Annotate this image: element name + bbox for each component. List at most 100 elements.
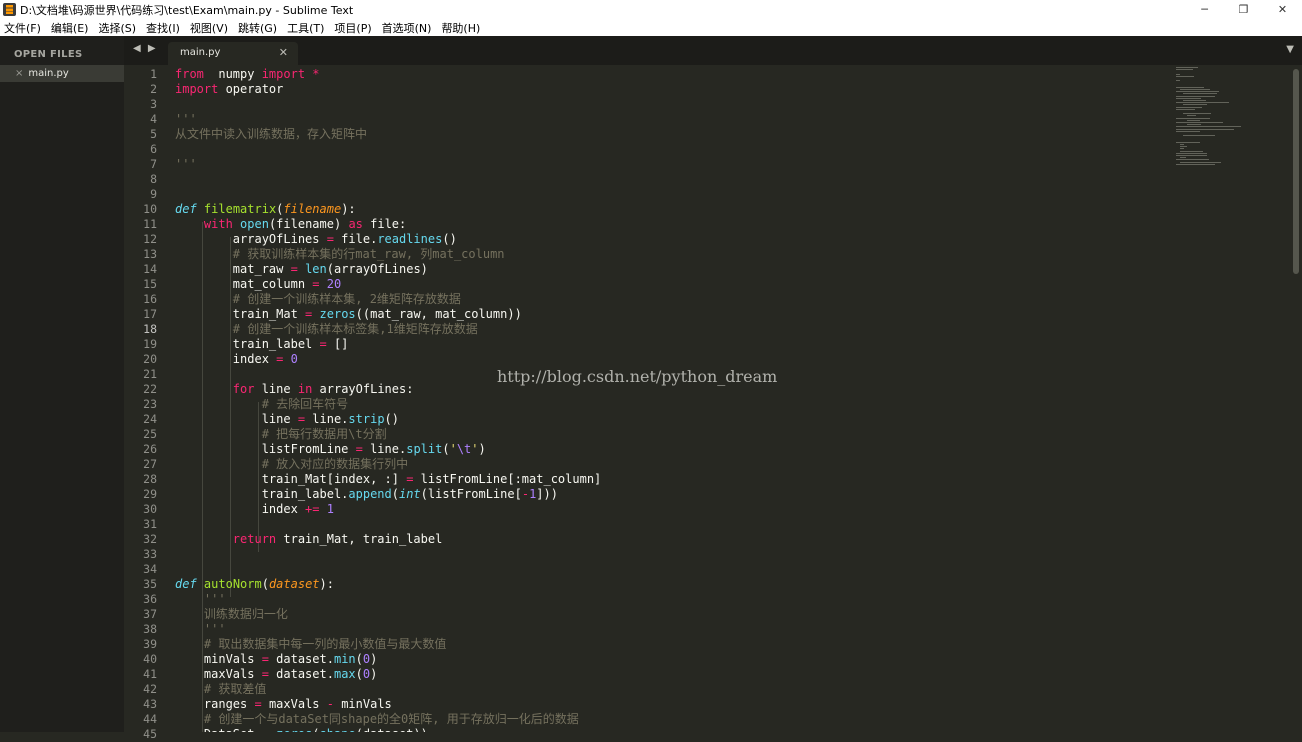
menu-find[interactable]: 查找(I) <box>146 20 180 36</box>
code-token: line. <box>305 412 349 426</box>
line-number: 43 <box>143 697 157 711</box>
code-token: (listFromLine[ <box>420 487 522 501</box>
code-line: 从文件中读入训练数据，存入矩阵中 <box>175 127 367 142</box>
sidebar-file-item[interactable]: × main.py <box>0 65 124 82</box>
tab-dropdown-icon[interactable]: ▼ <box>1286 44 1294 55</box>
code-token: ''' <box>175 112 197 126</box>
menu-edit[interactable]: 编辑(E) <box>51 20 89 36</box>
code-line: mat_column = 20 <box>175 277 341 292</box>
code-token: # 把每行数据用\t分割 <box>261 427 387 441</box>
code-token: train_Mat, train_label <box>276 532 443 546</box>
tab-bar: ◀ ▶ main.py ✕ ▼ <box>124 36 1302 65</box>
minimap-line <box>1176 106 1203 108</box>
code-token: 训练数据归一化 <box>203 607 288 621</box>
code-token: # 去除回车符号 <box>261 397 349 411</box>
code-token: len <box>305 262 327 276</box>
code-token: = <box>326 232 334 246</box>
menu-selection[interactable]: 选择(S) <box>98 20 136 36</box>
code-line: ''' <box>175 157 197 172</box>
code-token: dataset <box>268 577 320 591</box>
line-number: 14 <box>143 262 157 276</box>
minimap[interactable] <box>1172 65 1290 245</box>
code-token: ''' <box>175 157 197 171</box>
code-editor[interactable]: from numpy import * import operator ''' 从文件… <box>171 65 1171 732</box>
code-token: train_Mat[index, :] <box>175 472 407 486</box>
tab-navigation-arrows-icon[interactable]: ◀ ▶ <box>133 43 158 54</box>
menu-bar: 文件(F) 编辑(E) 选择(S) 查找(I) 视图(V) 跳转(G) 工具(T… <box>0 19 1302 36</box>
line-number: 8 <box>150 172 157 186</box>
code-token: - <box>521 487 530 501</box>
menu-file[interactable]: 文件(F) <box>4 20 41 36</box>
minimap-line <box>1176 159 1209 161</box>
code-token: train_Mat <box>175 307 306 321</box>
line-number: 20 <box>143 352 157 366</box>
minimap-line <box>1176 163 1215 165</box>
code-token: line. <box>362 442 407 456</box>
menu-view[interactable]: 视图(V) <box>190 20 228 36</box>
tab-main-py[interactable]: main.py ✕ <box>168 42 298 65</box>
code-token: filematrix <box>203 202 277 216</box>
code-token: ''' <box>203 622 226 636</box>
scrollbar-thumb[interactable] <box>1293 69 1299 274</box>
menu-tools[interactable]: 工具(T) <box>287 20 324 36</box>
file-close-icon[interactable]: × <box>15 68 23 79</box>
menu-goto[interactable]: 跳转(G) <box>238 20 277 36</box>
code-token: ( <box>261 577 269 591</box>
sublime-text-icon <box>3 3 16 16</box>
minimap-line <box>1179 148 1184 150</box>
minimize-button[interactable]: ─ <box>1185 0 1224 19</box>
code-token: numpy <box>203 67 262 81</box>
minimap-line <box>1176 128 1235 130</box>
tab-close-icon[interactable]: ✕ <box>279 46 288 59</box>
code-token: autoNorm <box>203 577 262 591</box>
code-line: ''' <box>175 622 226 637</box>
code-token: def <box>175 577 197 591</box>
line-number: 25 <box>143 427 157 441</box>
code-token: arrayOfLines: <box>312 382 414 396</box>
code-token: line <box>254 382 298 396</box>
minimap-line <box>1176 108 1195 110</box>
code-line: from numpy import * <box>175 67 320 82</box>
code-line: DataSet = zeros(shape(dataset)) <box>175 727 428 732</box>
code-token: # 取出数据集中每一列的最小数值与最大数值 <box>203 637 447 651</box>
line-number: 5 <box>150 127 157 141</box>
code-token: ((mat_raw, mat_column)) <box>355 307 522 321</box>
code-line: train_Mat = zeros((mat_raw, mat_column)) <box>175 307 522 322</box>
line-number: 35 <box>143 577 157 591</box>
code-token: # 创建一个与dataSet同shape的全0矩阵, 用于存放归一化后的数据 <box>203 712 579 726</box>
code-token: = <box>290 262 298 276</box>
code-token: filename <box>283 202 342 216</box>
code-token: from <box>175 67 204 81</box>
line-number: 30 <box>143 502 157 516</box>
code-token: maxVals <box>175 667 262 681</box>
vertical-scrollbar[interactable] <box>1291 65 1302 732</box>
close-button[interactable]: ✕ <box>1263 0 1302 19</box>
line-number: 10 <box>143 202 157 216</box>
sidebar-file-name: main.py <box>28 68 69 79</box>
minimap-line <box>1186 124 1202 126</box>
line-number: 28 <box>143 472 157 486</box>
code-token: minVals <box>175 652 262 666</box>
menu-preferences[interactable]: 首选项(N) <box>382 20 432 36</box>
menu-project[interactable]: 项目(P) <box>334 20 371 36</box>
code-token: def <box>175 202 197 216</box>
menu-help[interactable]: 帮助(H) <box>441 20 480 36</box>
code-line: # 获取训练样本集的行mat_raw, 列mat_column <box>175 247 505 262</box>
line-number: 29 <box>143 487 157 501</box>
code-token: shape <box>320 727 356 732</box>
line-number: 27 <box>143 457 157 471</box>
line-number: 4 <box>150 112 157 126</box>
restore-button[interactable]: ❐ <box>1224 0 1263 19</box>
code-token: zeros <box>319 307 356 321</box>
minimap-line <box>1179 150 1203 152</box>
minimap-line <box>1176 73 1180 75</box>
code-token: file. <box>333 232 378 246</box>
